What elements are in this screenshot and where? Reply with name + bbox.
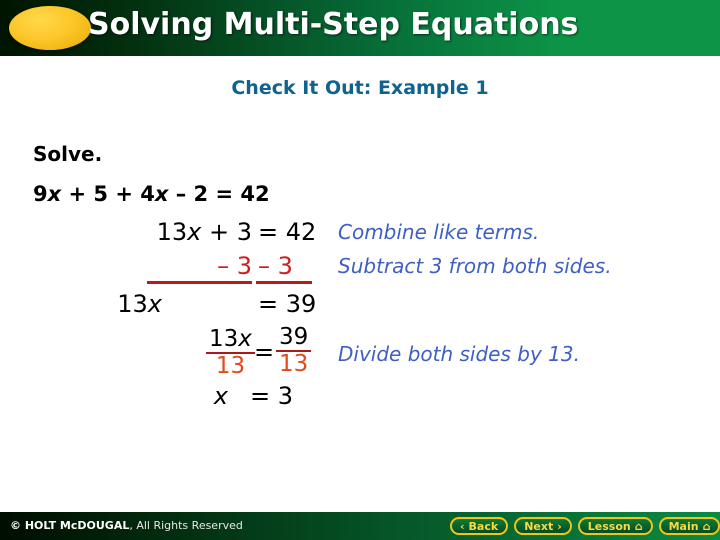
decorative-ellipse <box>9 6 91 50</box>
plus-five-plus: + 5 + <box>61 182 141 206</box>
home-icon: ⌂ <box>702 519 711 533</box>
equation-row: 9x + 5 + 4x – 2 = 42 <box>0 180 720 216</box>
main-button[interactable]: Main ⌂ <box>658 517 720 535</box>
equation-line-2-rhs: = 42 <box>258 218 317 246</box>
lesson-button-label: Lesson <box>587 519 631 533</box>
fraction-right-numerator: 39 <box>279 324 309 350</box>
footer-navigation: ‹ Back Next › Lesson ⌂ Main ⌂ <box>450 516 720 536</box>
copyright-holder: © HOLT McDOUGAL <box>10 519 130 532</box>
header-divider <box>0 56 720 59</box>
annotation-combine-like-terms: Combine like terms. <box>338 220 540 244</box>
next-button-label: Next <box>524 519 554 533</box>
chevron-left-icon: ‹ <box>460 519 465 533</box>
equation-line-6-lhs: x <box>213 382 228 410</box>
equation-row: 13x = 39 <box>0 288 720 324</box>
red-rule-left <box>147 281 252 284</box>
equation-line-6-rhs: = 3 <box>250 382 294 410</box>
coef-9: 9 <box>33 182 48 206</box>
fraction-right: 39 13 <box>276 324 312 377</box>
solve-prompt: Solve. <box>33 142 103 166</box>
main-button-label: Main <box>668 519 699 533</box>
red-rule-right <box>256 281 312 284</box>
copyright-text: © HOLT McDOUGAL, All Rights Reserved <box>10 519 243 532</box>
equation-row: x = 3 <box>0 382 720 418</box>
equation-work-area: 9x + 5 + 4x – 2 = 42 13x + 3 = 42 Combin… <box>0 180 720 418</box>
equation-line-4-rhs: = 39 <box>258 290 317 318</box>
fraction-left: 13x 13 <box>206 328 255 378</box>
fraction-left-numerator: 13x <box>206 328 255 351</box>
equation-line-4-lhs: 13x <box>117 290 162 318</box>
coef-13: 13 <box>156 218 188 246</box>
equation-line-2-lhs: 13x + 3 <box>157 218 252 246</box>
variable-x: x <box>154 182 169 206</box>
lesson-button[interactable]: Lesson ⌂ <box>577 517 653 535</box>
equation-line-1: 9x + 5 + 4x – 2 = 42 <box>33 182 270 206</box>
fraction-left-denominator: 13 <box>215 353 246 379</box>
plus-three: + 3 <box>201 218 252 246</box>
equation-row: 13x + 3 = 42 Combine like terms. <box>0 216 720 252</box>
annotation-divide-by-13: Divide both sides by 13. <box>338 342 580 366</box>
next-button[interactable]: Next › <box>514 517 572 535</box>
slide-header: Solving Multi-Step Equations <box>0 0 720 56</box>
back-button[interactable]: ‹ Back <box>450 517 509 535</box>
page-title: Solving Multi-Step Equations <box>88 7 579 42</box>
copyright-rights: , All Rights Reserved <box>129 519 243 532</box>
coef-13: 13 <box>117 290 148 318</box>
variable-x: x <box>238 326 252 352</box>
equation-row-fraction: 13x 13 = 39 13 Divide both sides by 13. <box>0 324 720 382</box>
home-icon: ⌂ <box>634 519 643 533</box>
back-button-label: Back <box>468 519 499 533</box>
fraction-right-denominator: 13 <box>279 351 309 377</box>
chevron-right-icon: › <box>557 519 562 533</box>
fraction-equals-sign: = <box>254 338 275 366</box>
variable-x: x <box>147 290 162 318</box>
variable-x: x <box>187 218 202 246</box>
subtract-step-left: – 3 <box>217 252 252 280</box>
variable-x: x <box>47 182 62 206</box>
subtract-step-right: – 3 <box>258 252 293 280</box>
coef-13: 13 <box>209 326 239 352</box>
equation-row: – 3 – 3 Subtract 3 from both sides. <box>0 252 720 288</box>
example-subtitle: Check It Out: Example 1 <box>231 77 489 99</box>
annotation-subtract-three: Subtract 3 from both sides. <box>338 254 612 278</box>
minus-two-equals-42: – 2 = 42 <box>168 182 270 206</box>
coef-4: 4 <box>140 182 155 206</box>
